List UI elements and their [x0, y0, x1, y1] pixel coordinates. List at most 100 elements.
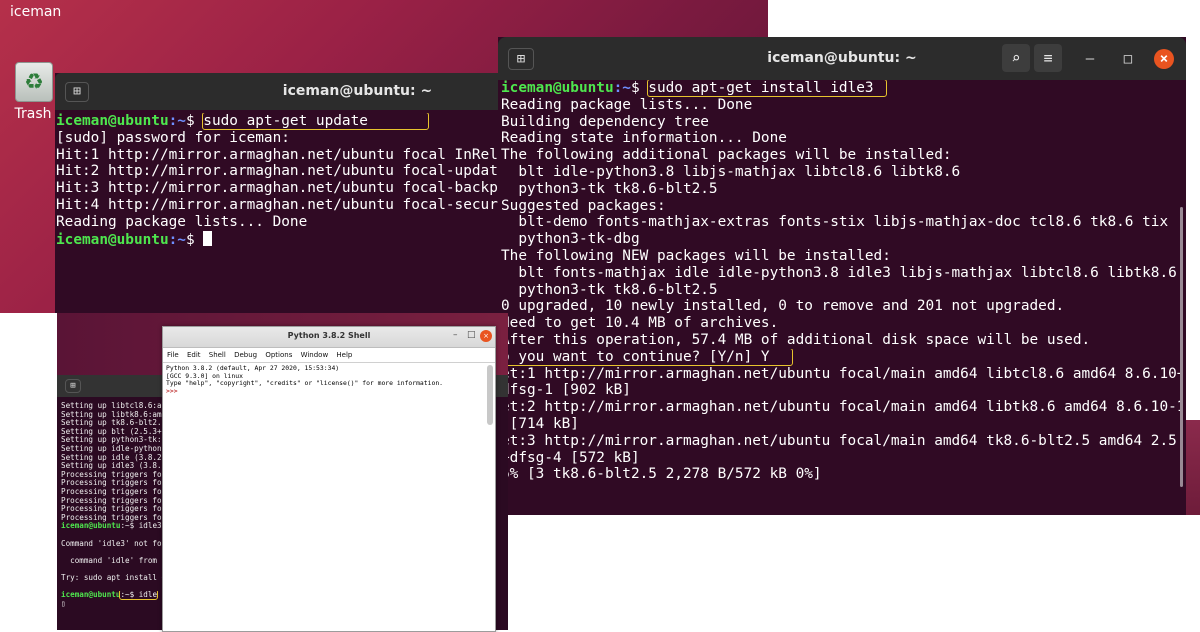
output-line: Building dependency tree: [501, 113, 709, 130]
output-line: Setting up libtk8.6:amd: [61, 410, 167, 419]
output-line: 6% [3 tk8.6-blt2.5 2,278 B/572 kB 0%]: [501, 466, 822, 483]
menu-options[interactable]: Options: [265, 351, 292, 359]
output-line: The following additional packages will b…: [501, 147, 952, 164]
prompt-user: iceman@ubuntu: [61, 591, 121, 600]
output-line: Setting up blt (2.5.3+d: [61, 427, 167, 436]
output-line: et:3 http://mirror.armaghan.net/ubuntu f…: [501, 432, 1181, 449]
prompt-user: iceman@ubuntu: [61, 522, 121, 531]
maximize-icon[interactable]: □: [1118, 49, 1138, 69]
terminal-window-update[interactable]: ⊞ iceman@ubuntu: ~ iceman@ubuntu:~$ sudo…: [55, 73, 515, 313]
output-line: Reading state information... Done: [501, 130, 787, 147]
output-line: et:1 http://mirror.armaghan.net/ubuntu f…: [501, 365, 1181, 382]
prompt-symbol: $: [630, 80, 649, 96]
prompt-user: iceman@ubuntu: [501, 80, 614, 96]
output-line: Setting up tk8.6-blt2.5: [61, 419, 167, 428]
prompt-user: iceman@ubuntu: [56, 231, 169, 248]
maximize-icon[interactable]: □: [467, 330, 476, 340]
output-line: command 'idle' from d: [61, 556, 167, 565]
output-line: python3-tk tk8.6-blt2.5: [501, 281, 718, 298]
recycle-icon: ♻: [15, 62, 53, 102]
prompt-path: :~: [168, 231, 186, 248]
output-line: Hit:3 http://mirror.armaghan.net/ubuntu …: [56, 180, 516, 197]
output-line: Hit:2 http://mirror.armaghan.net/ubuntu …: [56, 163, 516, 180]
terminal-window-install[interactable]: ⊞ iceman@ubuntu: ~ ⌕ ≡ – □ × iceman@ubun…: [498, 37, 1186, 515]
menu-help[interactable]: Help: [336, 351, 352, 359]
hamburger-menu-icon[interactable]: ≡: [1034, 44, 1062, 72]
output-line: Setting up libtcl8.6:am: [61, 402, 167, 410]
output-line: The following NEW packages will be insta…: [501, 247, 891, 264]
output-line: Processing triggers for: [61, 487, 167, 496]
output-line: python3-tk tk8.6-blt2.5: [501, 180, 718, 197]
continue-confirmation: o you want to continue? [Y/n] Y: [501, 348, 793, 366]
output-line: blt fonts-mathjax idle idle-python3.8 id…: [501, 264, 1177, 281]
trash-desktop-icon[interactable]: ♻ Trash: [14, 62, 54, 122]
terminal-output: iceman@ubuntu:~$ sudo apt-get install id…: [501, 80, 1181, 483]
idle-shell-output[interactable]: Python 3.8.2 (default, Apr 27 2020, 15:5…: [163, 363, 495, 397]
terminal-title: iceman@ubuntu: ~: [282, 83, 433, 99]
output-line: Processing triggers for: [61, 496, 167, 505]
menu-debug[interactable]: Debug: [234, 351, 257, 359]
close-icon[interactable]: ×: [480, 330, 492, 342]
output-line: Reading package lists... Done: [501, 96, 753, 113]
idle-menubar: File Edit Shell Debug Options Window Hel…: [163, 348, 495, 363]
idle-titlebar: Python 3.8.2 Shell – □ ×: [163, 327, 495, 348]
output-line: Processing triggers for: [61, 479, 167, 488]
menu-window[interactable]: Window: [301, 351, 329, 359]
output-line: Reading package lists... Done: [56, 213, 308, 230]
output-line: Setting up idle-python: [61, 444, 162, 453]
terminal-titlebar: ⊞ iceman@ubuntu: ~ ⌕ ≡ – □ ×: [498, 37, 1186, 80]
menu-file[interactable]: File: [167, 351, 179, 359]
output-line: et:2 http://mirror.armaghan.net/ubuntu f…: [501, 399, 1181, 416]
search-icon[interactable]: ⌕: [1002, 44, 1030, 72]
new-tab-icon[interactable]: ⊞: [65, 379, 81, 393]
close-icon[interactable]: ×: [1154, 49, 1174, 69]
output-line: Need to get 10.4 MB of archives.: [501, 315, 779, 332]
output-line: 0 upgraded, 10 newly installed, 0 to rem…: [501, 298, 1065, 315]
scrollbar[interactable]: [487, 365, 493, 425]
terminal-titlebar: ⊞ iceman@ubuntu: ~: [55, 73, 510, 110]
output-line: +dfsg-4 [572 kB]: [501, 449, 640, 466]
trash-label: Trash: [14, 106, 52, 122]
prompt-symbol: $: [185, 113, 204, 129]
install-command: sudo apt-get install idle3: [647, 80, 887, 97]
output-line: Suggested packages:: [501, 197, 666, 214]
terminal-output: Setting up libtcl8.6:am Setting up libtk8…: [61, 402, 167, 608]
output-line: blt idle-python3.8 libjs-mathjax libtcl8…: [501, 163, 961, 180]
output-line: Processing triggers for: [61, 513, 167, 522]
shell-line: Type "help", "copyright", "credits" or "…: [166, 379, 444, 388]
output-line: [sudo] password for iceman:: [56, 129, 290, 146]
prompt-command: :~$ idle3: [120, 522, 162, 531]
idle-shell-window[interactable]: Python 3.8.2 Shell – □ × File Edit Shell…: [162, 326, 496, 632]
output-line: Setting up python3-tk:a: [61, 436, 167, 445]
output-line: Command 'idle3' not fo: [61, 539, 162, 548]
desktop-wallpaper-strip: [1185, 420, 1200, 515]
minimize-icon[interactable]: –: [1080, 49, 1100, 69]
output-line: Setting up idle3 (3.8.2: [61, 462, 167, 471]
shell-prompt: >>>: [166, 386, 178, 395]
output-line: Processing triggers for: [61, 505, 167, 514]
output-line: Hit:1 http://mirror.armaghan.net/ubuntu …: [56, 146, 516, 163]
output-line: Processing triggers for: [61, 470, 167, 479]
idle-title: Python 3.8.2 Shell: [287, 331, 371, 340]
idle-command: :~$ idle: [119, 591, 159, 600]
output-line: python3-tk-dbg: [501, 231, 640, 248]
update-command: sudo apt-get update: [202, 113, 429, 130]
output-line: Setting up idle (3.8.2: [61, 453, 162, 462]
menu-edit[interactable]: Edit: [187, 351, 201, 359]
output-line: Try: sudo apt install <: [61, 573, 167, 582]
desktop-username: iceman: [10, 4, 62, 20]
prompt-symbol: $: [185, 231, 204, 248]
menu-shell[interactable]: Shell: [209, 351, 226, 359]
prompt-path: :~: [613, 80, 631, 96]
output-line: [714 kB]: [501, 415, 579, 432]
output-line: dfsg-1 [902 kB]: [501, 382, 631, 399]
minimize-icon[interactable]: –: [453, 330, 458, 340]
prompt-path: :~: [168, 113, 186, 129]
output-line: After this operation, 57.4 MB of additio…: [501, 331, 1091, 348]
output-line: blt-demo fonts-mathjax-extras fonts-stix…: [501, 214, 1169, 231]
terminal-output: iceman@ubuntu:~$ sudo apt-get update [su…: [56, 113, 515, 248]
prompt-user: iceman@ubuntu: [56, 113, 169, 129]
output-line: Hit:4 http://mirror.armaghan.net/ubuntu …: [56, 196, 516, 213]
text-cursor: [203, 230, 213, 246]
scrollbar[interactable]: [1180, 207, 1183, 487]
